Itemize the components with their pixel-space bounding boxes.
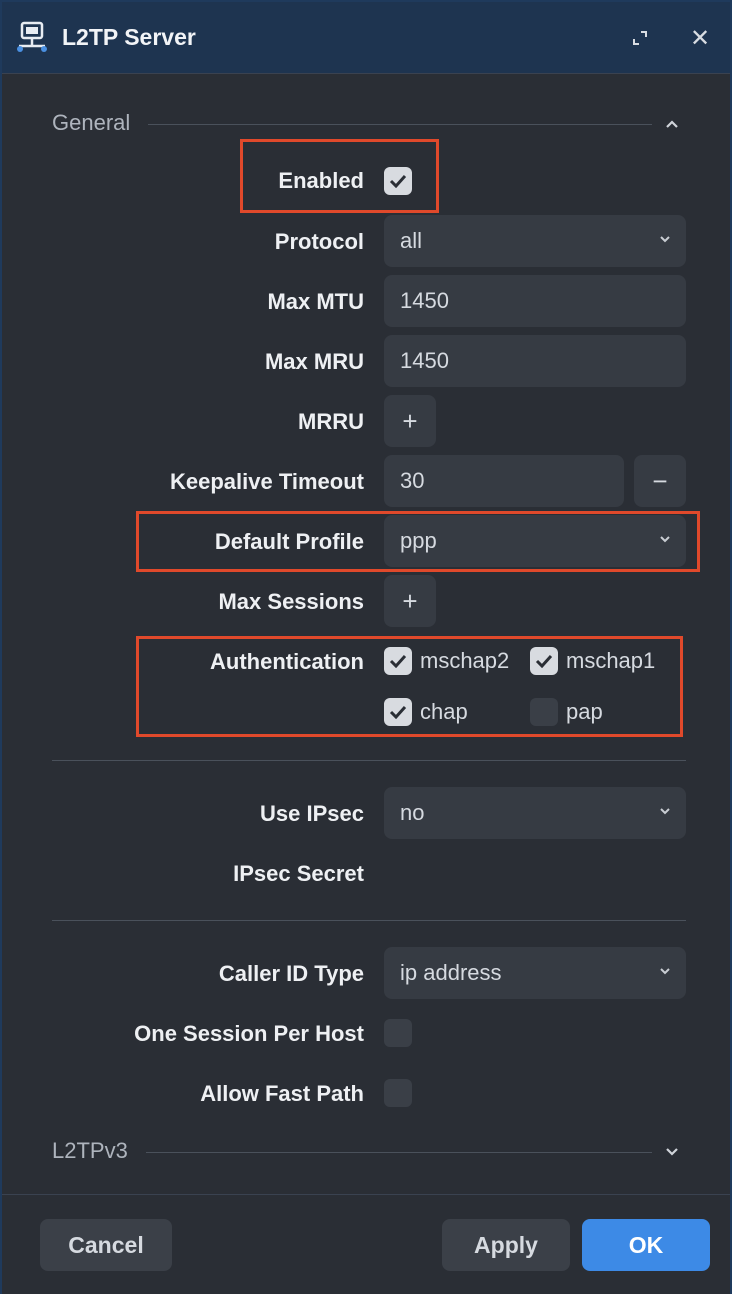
- check-icon: [389, 705, 407, 719]
- window-title: L2TP Server: [62, 24, 196, 50]
- check-icon: [389, 654, 407, 668]
- enabled-label: Enabled: [278, 168, 364, 193]
- default-profile-value: ppp: [400, 528, 437, 553]
- use-ipsec-label: Use IPsec: [260, 801, 364, 826]
- auth-mschap2-checkbox[interactable]: [384, 647, 412, 675]
- max-mru-value: 1450: [400, 348, 449, 373]
- chevron-down-icon: [660, 536, 670, 543]
- max-mtu-value: 1450: [400, 288, 449, 313]
- auth-mschap2-label: mschap2: [420, 648, 510, 673]
- max-mtu-input[interactable]: 1450: [384, 275, 686, 327]
- one-session-per-host-checkbox[interactable]: [384, 1019, 412, 1047]
- caller-id-type-label: Caller ID Type: [218, 961, 364, 986]
- protocol-value: all: [400, 228, 423, 253]
- check-icon: [389, 174, 407, 188]
- caller-id-type-value: ip address: [400, 960, 502, 985]
- divider: [52, 920, 686, 921]
- one-session-per-host-label: One Session Per Host: [134, 1021, 364, 1046]
- title-bar[interactable]: L2TP Server ✕: [2, 2, 730, 74]
- use-ipsec-select[interactable]: no: [384, 787, 686, 839]
- mrru-label: MRRU: [298, 409, 364, 434]
- plus-icon: +: [402, 405, 418, 436]
- use-ipsec-value: no: [400, 800, 425, 825]
- section-divider-line: [148, 124, 652, 125]
- auth-chap-label: chap: [420, 699, 468, 724]
- keepalive-timeout-value: 30: [400, 468, 425, 493]
- section-l2tpv3-label: L2TPv3: [52, 1138, 128, 1163]
- section-l2tpv3-header[interactable]: L2TPv3: [52, 1138, 686, 1168]
- keepalive-remove-button[interactable]: −: [634, 455, 686, 507]
- minus-icon: −: [652, 465, 668, 496]
- dialog-footer: Cancel Apply OK: [2, 1194, 730, 1294]
- enabled-checkbox[interactable]: [384, 167, 412, 195]
- section-general-label: General: [52, 110, 131, 135]
- ipsec-secret-label: IPsec Secret: [233, 861, 364, 886]
- divider: [52, 760, 686, 761]
- keepalive-timeout-label: Keepalive Timeout: [170, 469, 364, 494]
- auth-mschap1-checkbox[interactable]: [530, 647, 558, 675]
- auth-pap-label: pap: [566, 699, 603, 724]
- chevron-down-icon: [660, 808, 670, 815]
- max-mru-label: Max MRU: [264, 349, 364, 374]
- section-divider-line: [146, 1152, 652, 1153]
- max-mru-input[interactable]: 1450: [384, 335, 686, 387]
- cancel-button[interactable]: Cancel: [40, 1219, 172, 1271]
- caller-id-type-select[interactable]: ip address: [384, 947, 686, 999]
- chevron-down-icon: [660, 968, 670, 975]
- default-profile-select[interactable]: ppp: [384, 515, 686, 567]
- plus-icon: +: [402, 585, 418, 616]
- ok-button[interactable]: OK: [582, 1219, 710, 1271]
- keepalive-timeout-input[interactable]: 30: [384, 455, 624, 507]
- close-button[interactable]: ✕: [684, 22, 716, 54]
- auth-mschap1-label: mschap1: [566, 648, 656, 673]
- apply-button[interactable]: Apply: [442, 1219, 570, 1271]
- max-sessions-add-button[interactable]: +: [384, 575, 436, 627]
- max-mtu-label: Max MTU: [267, 289, 364, 314]
- authentication-label: Authentication: [210, 649, 364, 674]
- section-general-header[interactable]: General: [52, 110, 686, 140]
- default-profile-label: Default Profile: [214, 529, 364, 554]
- maximize-icon: [633, 31, 647, 45]
- protocol-label: Protocol: [274, 229, 364, 254]
- allow-fast-path-checkbox[interactable]: [384, 1079, 412, 1107]
- allow-fast-path-label: Allow Fast Path: [200, 1081, 364, 1106]
- mrru-add-button[interactable]: +: [384, 395, 436, 447]
- chevron-down-icon[interactable]: [658, 1138, 686, 1166]
- protocol-select[interactable]: all: [384, 215, 686, 267]
- l2tp-server-dialog: L2TP Server ✕ General Enabled Protocol a…: [0, 0, 732, 1294]
- check-icon: [535, 654, 553, 668]
- network-icon: [17, 21, 47, 52]
- maximize-button[interactable]: [624, 22, 656, 54]
- chevron-up-icon[interactable]: [658, 110, 686, 138]
- close-icon: ✕: [689, 24, 711, 52]
- auth-chap-checkbox[interactable]: [384, 698, 412, 726]
- chevron-down-icon: [660, 236, 670, 243]
- max-sessions-label: Max Sessions: [218, 589, 364, 614]
- auth-pap-checkbox[interactable]: [530, 698, 558, 726]
